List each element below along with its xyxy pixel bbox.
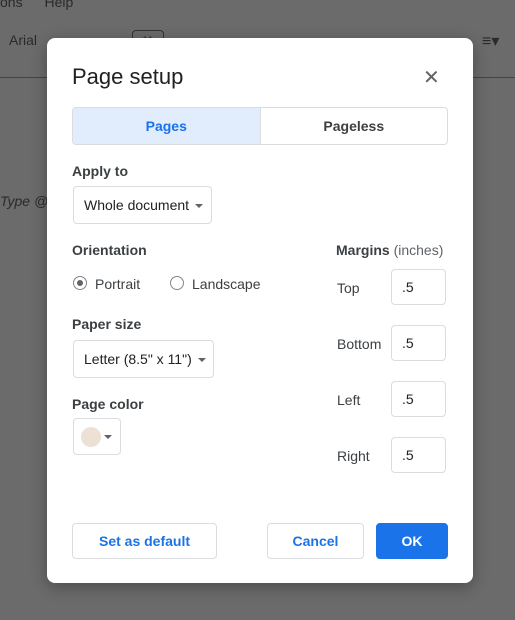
placeholder-hint: Type @: [0, 193, 49, 209]
set-as-default-button[interactable]: Set as default: [72, 523, 217, 559]
caret-down-icon: [197, 358, 206, 363]
caret-down-icon: [195, 204, 204, 209]
tab-pages[interactable]: Pages: [73, 108, 261, 144]
landscape-radio[interactable]: [170, 276, 184, 290]
margin-top-input[interactable]: .5: [391, 269, 446, 305]
margin-right-label: Right: [337, 448, 370, 464]
paper-size-select[interactable]: Letter (8.5" x 11"): [73, 340, 214, 378]
apply-to-label: Apply to: [72, 163, 128, 179]
menu-extensions[interactable]: ons: [0, 0, 23, 10]
margin-left-label: Left: [337, 392, 361, 408]
page-color-picker[interactable]: [73, 418, 121, 455]
portrait-radio[interactable]: [73, 276, 87, 290]
dialog-title: Page setup: [72, 64, 184, 89]
tab-pageless[interactable]: Pageless: [261, 108, 448, 144]
paper-size-label: Paper size: [72, 316, 142, 332]
margins-heading: Margins (inches): [336, 242, 443, 258]
close-icon[interactable]: ✕: [423, 65, 440, 90]
margin-left-input[interactable]: .5: [391, 381, 446, 417]
font-select[interactable]: Arial: [9, 32, 37, 48]
margin-right-input[interactable]: .5: [391, 437, 446, 473]
cancel-button[interactable]: Cancel: [267, 523, 364, 559]
margins-unit: (inches): [393, 242, 444, 258]
page-setup-dialog: Page setup ✕ Pages Pageless Apply to Who…: [47, 38, 473, 583]
landscape-label[interactable]: Landscape: [192, 276, 261, 292]
margin-top-label: Top: [337, 280, 360, 296]
tab-group: Pages Pageless: [72, 107, 448, 145]
menu-bar: ons Help: [0, 0, 91, 10]
page-color-label: Page color: [72, 396, 144, 412]
margin-bottom-label: Bottom: [337, 336, 382, 352]
margin-bottom-input[interactable]: .5: [391, 325, 446, 361]
caret-down-icon: [104, 435, 112, 439]
margins-label: Margins: [336, 242, 390, 258]
paper-size-value: Letter (8.5" x 11"): [84, 351, 192, 367]
apply-to-value: Whole document: [84, 197, 190, 213]
align-icon[interactable]: ≡▾: [482, 31, 499, 51]
apply-to-select[interactable]: Whole document: [73, 186, 212, 224]
color-swatch: [81, 427, 101, 447]
menu-help[interactable]: Help: [44, 0, 73, 10]
ok-button[interactable]: OK: [376, 523, 448, 559]
orientation-label: Orientation: [72, 242, 147, 258]
portrait-label[interactable]: Portrait: [95, 276, 140, 292]
